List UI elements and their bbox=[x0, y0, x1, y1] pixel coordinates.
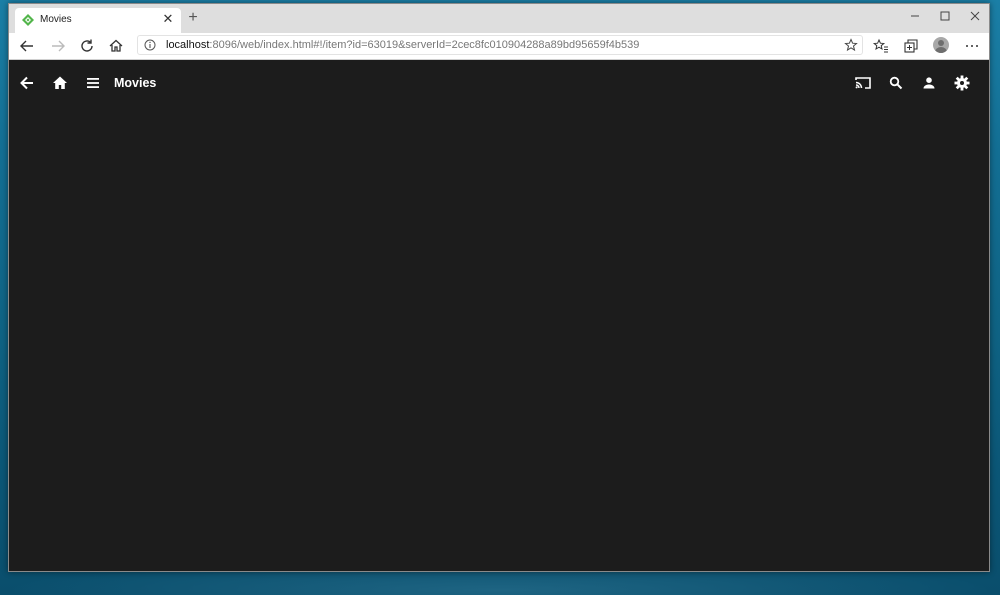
profile-avatar[interactable] bbox=[933, 37, 949, 53]
avatar-head bbox=[938, 40, 944, 46]
url-host: localhost bbox=[166, 39, 210, 51]
app-content: Movies bbox=[9, 60, 989, 571]
url-text[interactable]: localhost:8096/web/index.html#!/item?id=… bbox=[166, 39, 639, 51]
browser-home-icon[interactable] bbox=[107, 37, 125, 55]
avatar-body bbox=[935, 47, 947, 53]
browser-window: Movies ✕ + localhost:8096/web/index.html… bbox=[8, 3, 990, 572]
maximize-icon[interactable] bbox=[930, 7, 960, 25]
page-title: Movies bbox=[114, 76, 157, 90]
url-path: :8096/web/index.html#!/item?id=63019&ser… bbox=[209, 39, 640, 51]
browser-toolbar: localhost:8096/web/index.html#!/item?id=… bbox=[9, 33, 989, 60]
tab-close-icon[interactable]: ✕ bbox=[161, 12, 175, 26]
tab-title: Movies bbox=[40, 14, 72, 25]
cast-icon[interactable] bbox=[853, 73, 873, 93]
more-options-icon[interactable] bbox=[963, 37, 981, 55]
close-window-icon[interactable] bbox=[960, 7, 989, 25]
app-header: Movies bbox=[9, 60, 989, 106]
browser-forward-icon[interactable] bbox=[49, 37, 67, 55]
back-arrow-icon[interactable] bbox=[17, 73, 37, 93]
new-tab-icon[interactable]: + bbox=[185, 10, 201, 26]
site-info-icon[interactable] bbox=[144, 39, 156, 51]
tab-strip: Movies ✕ + bbox=[9, 4, 989, 33]
search-icon[interactable] bbox=[886, 73, 906, 93]
browser-tab[interactable]: Movies ✕ bbox=[15, 8, 181, 33]
collections-icon[interactable] bbox=[902, 37, 920, 55]
refresh-icon[interactable] bbox=[78, 37, 96, 55]
menu-icon[interactable] bbox=[83, 73, 103, 93]
favicon-icon bbox=[22, 14, 34, 26]
favorites-icon[interactable] bbox=[872, 37, 890, 55]
favorite-star-icon[interactable] bbox=[844, 38, 858, 52]
address-bar[interactable]: localhost:8096/web/index.html#!/item?id=… bbox=[137, 35, 863, 55]
user-icon[interactable] bbox=[919, 73, 939, 93]
browser-back-icon[interactable] bbox=[18, 37, 36, 55]
minimize-icon[interactable] bbox=[900, 7, 930, 25]
home-icon[interactable] bbox=[50, 73, 70, 93]
settings-icon[interactable] bbox=[952, 73, 972, 93]
